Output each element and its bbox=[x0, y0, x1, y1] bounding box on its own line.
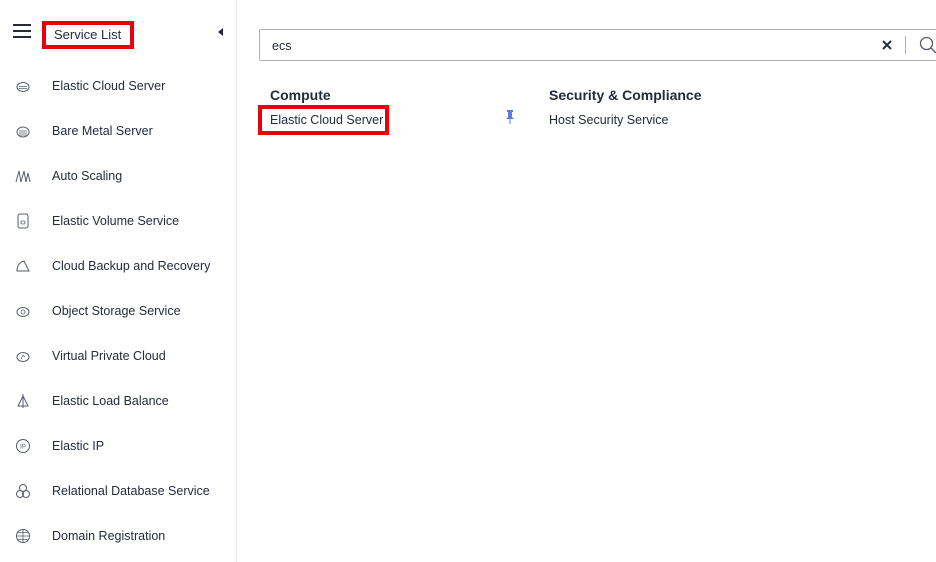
load-balance-icon bbox=[15, 393, 31, 409]
collapse-arrow-icon[interactable] bbox=[218, 28, 223, 36]
database-icon bbox=[15, 483, 31, 499]
sidebar-item-label: Relational Database Service bbox=[52, 484, 210, 498]
pin-icon[interactable] bbox=[505, 110, 515, 124]
clear-icon[interactable] bbox=[880, 38, 894, 52]
backup-icon bbox=[15, 258, 31, 274]
cloud-server-icon bbox=[15, 78, 31, 94]
sidebar-item-label: Elastic IP bbox=[52, 439, 105, 453]
sidebar-item-label: Object Storage Service bbox=[52, 304, 181, 318]
globe-icon bbox=[15, 528, 31, 544]
service-list-button[interactable]: Service List bbox=[42, 21, 134, 49]
result-link-host-security-service[interactable]: Host Security Service bbox=[549, 112, 668, 128]
sidebar-item-relational-database-service[interactable]: Relational Database Service bbox=[0, 469, 236, 514]
storage-icon bbox=[15, 303, 31, 319]
sidebar-item-elastic-volume-service[interactable]: Elastic Volume Service bbox=[0, 199, 236, 244]
category-title-compute: Compute bbox=[270, 87, 331, 103]
sidebar-item-label: Cloud Backup and Recovery bbox=[52, 259, 211, 273]
sidebar-item-cloud-backup-and-recovery[interactable]: Cloud Backup and Recovery bbox=[0, 244, 236, 289]
sidebar-item-virtual-private-cloud[interactable]: Virtual Private Cloud bbox=[0, 334, 236, 379]
sidebar-header: Service List bbox=[0, 14, 236, 54]
sidebar-item-label: Elastic Cloud Server bbox=[52, 79, 166, 93]
sidebar: Service List Elastic Cloud Server Bare M… bbox=[0, 0, 236, 562]
sidebar-divider bbox=[236, 0, 237, 562]
search-icon[interactable] bbox=[919, 36, 936, 54]
search-box[interactable] bbox=[259, 29, 936, 61]
bare-metal-icon bbox=[15, 123, 31, 139]
sidebar-item-label: Auto Scaling bbox=[52, 169, 123, 183]
result-link-elastic-cloud-server[interactable]: Elastic Cloud Server bbox=[270, 112, 383, 128]
sidebar-item-bare-metal-server[interactable]: Bare Metal Server bbox=[0, 109, 236, 154]
sidebar-item-elastic-ip[interactable]: IP Elastic IP bbox=[0, 424, 236, 469]
ip-icon: IP bbox=[15, 438, 31, 454]
service-menu: Elastic Cloud Server Bare Metal Server A… bbox=[0, 64, 236, 559]
search-input[interactable] bbox=[272, 37, 832, 55]
sidebar-item-label: Bare Metal Server bbox=[52, 124, 153, 138]
sidebar-item-elastic-cloud-server[interactable]: Elastic Cloud Server bbox=[0, 64, 236, 109]
volume-icon bbox=[15, 213, 31, 229]
category-title-security-compliance: Security & Compliance bbox=[549, 87, 702, 103]
sidebar-item-label: Elastic Volume Service bbox=[52, 214, 180, 228]
auto-scaling-icon bbox=[15, 168, 31, 184]
sidebar-item-label: Elastic Load Balance bbox=[52, 394, 169, 408]
svg-text:IP: IP bbox=[20, 445, 26, 451]
sidebar-item-label: Virtual Private Cloud bbox=[52, 349, 166, 363]
sidebar-item-auto-scaling[interactable]: Auto Scaling bbox=[0, 154, 236, 199]
sidebar-item-domain-registration[interactable]: Domain Registration bbox=[0, 514, 236, 559]
vpc-icon bbox=[15, 348, 31, 364]
sidebar-item-elastic-load-balance[interactable]: Elastic Load Balance bbox=[0, 379, 236, 424]
sidebar-item-object-storage-service[interactable]: Object Storage Service bbox=[0, 289, 236, 334]
search-separator bbox=[905, 36, 906, 54]
sidebar-item-label: Domain Registration bbox=[52, 529, 166, 543]
hamburger-menu-icon[interactable] bbox=[13, 23, 31, 39]
